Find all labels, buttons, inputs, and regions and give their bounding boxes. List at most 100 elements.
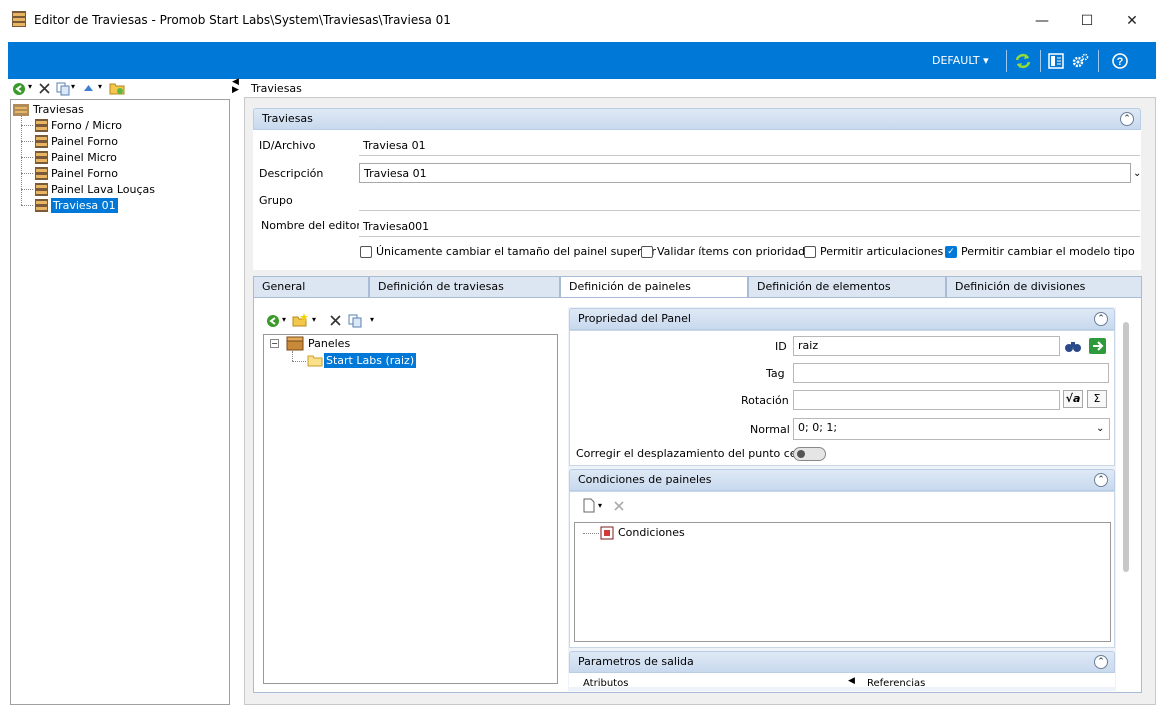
- formula-sqrt-icon[interactable]: √a: [1063, 390, 1083, 408]
- tree-item-traviesa[interactable]: Painel Micro: [51, 150, 117, 165]
- profile-dropdown[interactable]: DEFAULT ▾: [932, 54, 989, 67]
- collapse-icon[interactable]: ⌃: [1120, 112, 1134, 126]
- chevron-down-icon[interactable]: ▾: [598, 501, 602, 510]
- chevron-down-icon[interactable]: ⌄: [1096, 423, 1104, 434]
- zero-offset-toggle[interactable]: [793, 447, 826, 461]
- grupo-field[interactable]: [359, 191, 1140, 211]
- help-icon[interactable]: ?: [1110, 51, 1130, 71]
- collapse-icon[interactable]: ⌃: [1094, 655, 1108, 669]
- collapse-left-icon[interactable]: ◀: [848, 676, 855, 686]
- chevron-down-icon[interactable]: ▾: [71, 82, 75, 91]
- tab-definicion-paineles[interactable]: Definición de paineles: [560, 276, 748, 299]
- copy-icon[interactable]: [56, 82, 70, 96]
- chevron-down-icon[interactable]: ▾: [98, 82, 102, 91]
- conditions-header: Condiciones de paineles ⌃: [569, 469, 1115, 491]
- tree-root-label[interactable]: Traviesas: [33, 102, 84, 117]
- copy-icon[interactable]: [348, 314, 362, 328]
- tab-definicion-traviesas[interactable]: Definición de traviesas: [369, 276, 560, 298]
- close-button[interactable]: ✕: [1110, 6, 1154, 36]
- allow-change-model-checkbox[interactable]: ✓ Permitir cambiar el modelo tipo: [945, 245, 1135, 258]
- start-labs-node[interactable]: Start Labs (raiz): [324, 353, 417, 368]
- binoculars-icon[interactable]: [1063, 337, 1083, 355]
- tag-field[interactable]: [793, 363, 1109, 383]
- conditions-tree[interactable]: Condiciones: [574, 522, 1111, 642]
- tree-item-traviesa[interactable]: Forno / Micro: [51, 118, 122, 133]
- refresh-icon[interactable]: [1013, 51, 1033, 71]
- tree-connector: [292, 351, 293, 361]
- tree-item-traviesa[interactable]: Traviesa 01: [51, 198, 118, 213]
- panels-tree[interactable]: − Paneles Start Labs (raiz): [263, 334, 558, 684]
- chevron-down-icon[interactable]: ▾: [28, 82, 32, 91]
- checkbox-label: Validar ítems con prioridad: [657, 245, 806, 258]
- new-folder-icon[interactable]: [292, 312, 309, 328]
- minimize-button[interactable]: —: [1020, 6, 1064, 36]
- allow-joints-checkbox[interactable]: Permitir articulaciones: [804, 245, 943, 258]
- pane-splitter[interactable]: ◀ ▶: [232, 77, 244, 705]
- section-title: Parametros de salida: [578, 655, 694, 668]
- rotation-field[interactable]: [793, 390, 1060, 410]
- tree-connector: [21, 157, 33, 158]
- references-label: Referencias: [867, 678, 926, 687]
- descripcion-field[interactable]: Traviesa 01: [359, 163, 1131, 183]
- resize-top-panel-checkbox[interactable]: Únicamente cambiar el tamaño del painel …: [360, 245, 656, 258]
- normal-select[interactable]: 0; 0; 1;: [793, 418, 1110, 440]
- delete-icon[interactable]: [38, 82, 51, 95]
- conditions-icon: [600, 526, 614, 540]
- tab-definicion-elementos[interactable]: Definición de elementos: [748, 276, 946, 298]
- panel-id-field[interactable]: raiz: [793, 336, 1060, 356]
- toolbar-separator: [1040, 50, 1041, 72]
- back-icon[interactable]: [266, 314, 280, 328]
- chevron-down-icon[interactable]: ▾: [370, 315, 374, 324]
- traviesa-item-icon: [35, 183, 48, 196]
- checkbox-box[interactable]: [360, 245, 372, 258]
- layout-icon[interactable]: [1046, 51, 1066, 71]
- section-title: Condiciones de paineles: [578, 473, 712, 486]
- toolbar-separator: [1006, 50, 1007, 72]
- back-icon[interactable]: [12, 82, 26, 96]
- output-params-header: Parametros de salida ⌃: [569, 651, 1115, 673]
- delete-icon: [614, 501, 624, 511]
- chevron-down-icon[interactable]: ▾: [282, 315, 286, 324]
- conditions-node[interactable]: Condiciones: [618, 525, 685, 540]
- panels-root-label[interactable]: Paneles: [308, 336, 350, 351]
- checkbox-box-checked[interactable]: ✓: [945, 245, 957, 258]
- chevron-down-icon[interactable]: ▾: [312, 315, 316, 324]
- expand-right-icon[interactable]: ▶: [232, 85, 239, 95]
- traviesas-tree[interactable]: Traviesas Forno / Micro Painel Forno Paine…: [10, 99, 230, 705]
- main-toolbar: DEFAULT ▾ ?: [8, 42, 1156, 79]
- tree-connector: [21, 125, 33, 126]
- validate-priority-checkbox[interactable]: Validar ítems con prioridad: [641, 245, 805, 258]
- tree-item-traviesa[interactable]: Painel Forno: [51, 166, 118, 181]
- tree-item-traviesa[interactable]: Painel Forno: [51, 134, 118, 149]
- tab-definicion-divisiones[interactable]: Definición de divisiones: [946, 276, 1142, 298]
- move-up-icon[interactable]: [82, 83, 95, 95]
- section-title: Propriedad del Panel: [578, 312, 691, 325]
- descripcion-label: Descripción: [259, 167, 324, 180]
- go-arrow-icon[interactable]: [1088, 337, 1107, 355]
- panels-box-icon: [286, 336, 304, 351]
- maximize-button[interactable]: ☐: [1065, 6, 1109, 36]
- rotation-label: Rotación: [741, 394, 789, 407]
- checkbox-box[interactable]: [804, 245, 816, 258]
- collapse-node-icon[interactable]: −: [270, 339, 279, 348]
- sigma-icon[interactable]: Σ: [1087, 390, 1107, 408]
- delete-icon[interactable]: [329, 314, 342, 327]
- folder-refresh-icon[interactable]: [109, 81, 125, 96]
- normal-value: 0; 0; 1;: [798, 421, 838, 434]
- settings-gears-icon[interactable]: [1070, 51, 1090, 71]
- nombre-editor-field[interactable]: Traviesa001: [359, 217, 1140, 237]
- nombre-editor-label: Nombre del editor: [261, 219, 361, 232]
- id-archivo-field[interactable]: Traviesa 01: [359, 136, 1140, 156]
- checkbox-box[interactable]: [641, 245, 653, 258]
- checkbox-label: Permitir articulaciones: [820, 245, 944, 258]
- section-title: Traviesas: [262, 112, 313, 125]
- collapse-icon[interactable]: ⌃: [1094, 473, 1108, 487]
- title-bar: Editor de Traviesas - Promob Start Labs\…: [0, 0, 1164, 42]
- collapse-icon[interactable]: ⌃: [1094, 312, 1108, 326]
- tab-general[interactable]: General: [253, 276, 369, 298]
- new-document-icon[interactable]: [583, 498, 595, 513]
- normal-label: Normal: [750, 423, 790, 436]
- tree-item-traviesa[interactable]: Painel Lava Louças: [51, 182, 155, 197]
- chevron-down-icon[interactable]: ⌄: [1133, 168, 1141, 179]
- vertical-scrollbar[interactable]: [1123, 322, 1129, 572]
